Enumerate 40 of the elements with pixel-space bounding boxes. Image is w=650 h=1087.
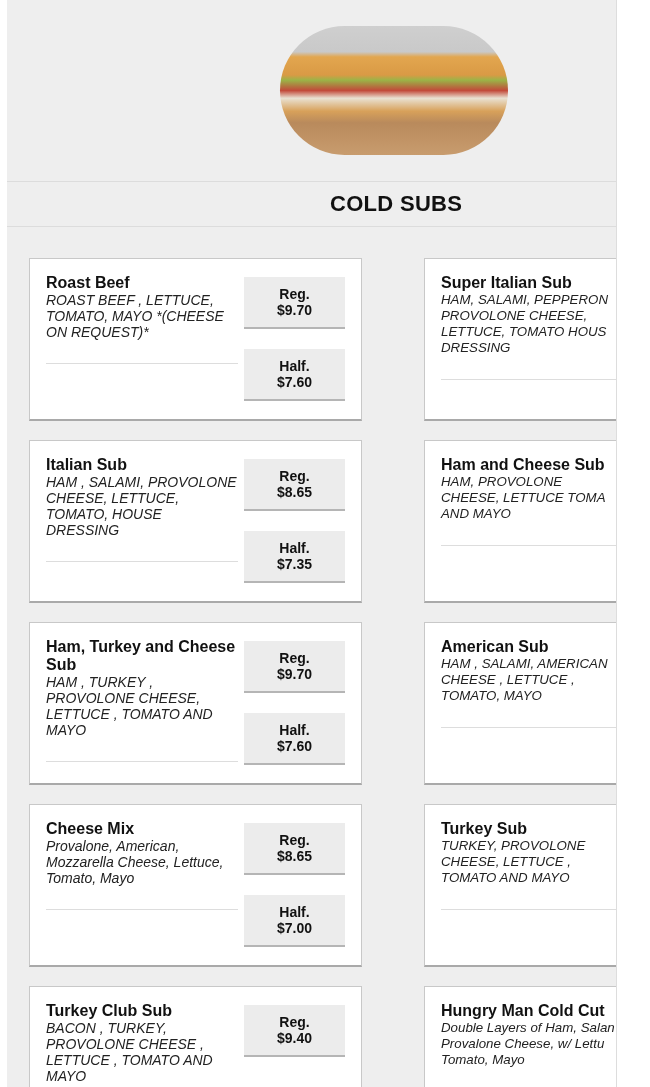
price-button[interactable]: Reg. $9.70 — [244, 277, 345, 329]
price-button[interactable]: Half. $7.60 — [244, 349, 345, 401]
item-description: HAM , SALAMI, PROVOLONE CHEESE, LETTUCE, TOMATO, HOUSE DRESSING — [46, 474, 238, 538]
item-description: HAM, SALAMI, PEPPERON PROVOLONE CHEESE, LETTUCE, TOMATO HOUS DRESSING — [441, 292, 609, 356]
price-button[interactable]: Half. $7.00 — [244, 895, 345, 947]
item-name: Turkey Club Sub — [46, 1002, 173, 1020]
item-name: Super Italian Sub — [441, 274, 573, 292]
item-name: Cheese Mix — [46, 820, 136, 838]
menu-item-card[interactable]: American Sub HAM , SALAMI, AMERICAN CHEESE , LETTUCE , TOMATO, MAYO — [424, 622, 616, 785]
item-description: HAM , TURKEY , PROVOLONE CHEESE, LETTUCE , TOMATO AND MAYO — [46, 674, 214, 738]
item-name: Ham, Turkey and Cheese Sub — [46, 638, 237, 674]
menu-item-card[interactable]: Super Italian Sub HAM, SALAMI, PEPPERON PROVOLONE CHEESE, LETTUCE, TOMATO HOUS DRESSING — [424, 258, 616, 421]
menu-item-card[interactable]: Italian Sub HAM , SALAMI, PROVOLONE CHEESE, LETTUCE, TOMATO, HOUSE DRESSING Reg. $8.65 Half. $7.35 — [29, 440, 362, 603]
item-description: Provalone, American, Mozzarella Cheese, Lettuce, Tomato, Mayo — [46, 838, 225, 886]
item-name: Hungry Man Cold Cut — [441, 1002, 606, 1020]
item-description: BACON , TURKEY, PROVOLONE CHEESE , LETTUCE , TOMATO AND MAYO — [46, 1020, 214, 1084]
menu-item-card[interactable]: Cheese Mix Provalone, American, Mozzarella Cheese, Lettuce, Tomato, Mayo Reg. $8.65 Half. $7.00 — [29, 804, 362, 967]
price-button[interactable]: Reg. $8.65 — [244, 823, 345, 875]
item-name: Italian Sub — [46, 456, 128, 474]
item-name: Turkey Sub — [441, 820, 528, 838]
price-button[interactable]: Half. $7.35 — [244, 531, 345, 583]
item-description: ROAST BEEF , LETTUCE, TOMATO, MAYO *(CHEESE ON REQUEST)* — [46, 292, 225, 340]
item-description: HAM, PROVOLONE CHEESE, LETTUCE TOMA AND MAYO — [441, 474, 607, 522]
section-title: COLD SUBS — [330, 191, 463, 217]
menu-item-card[interactable]: Ham and Cheese Sub HAM, PROVOLONE CHEESE, LETTUCE TOMA AND MAYO — [424, 440, 616, 603]
menu-item-card[interactable]: Turkey Sub TURKEY, PROVOLONE CHEESE, LETTUCE , TOMATO AND MAYO — [424, 804, 616, 967]
item-description: HAM , SALAMI, AMERICAN CHEESE , LETTUCE , TOMATO, MAYO — [441, 656, 609, 704]
price-button[interactable]: Reg. $9.40 — [244, 1005, 345, 1057]
price-button[interactable]: Reg. $9.70 — [244, 641, 345, 693]
menu-item-card[interactable]: Hungry Man Cold Cut Double Layers of Ham, Salan Provalone Cheese, w/ Lettu Tomato, Mayo — [424, 986, 616, 1087]
item-name: Ham and Cheese Sub — [441, 456, 606, 474]
item-name: American Sub — [441, 638, 550, 656]
price-button[interactable]: Reg. $8.65 — [244, 459, 345, 511]
price-button[interactable]: Half. $7.60 — [244, 713, 345, 765]
menu-item-card[interactable]: Roast Beef ROAST BEEF , LETTUCE, TOMATO, MAYO *(CHEESE ON REQUEST)* Reg. $9.70 Half. $7.60 — [29, 258, 362, 421]
item-name: Roast Beef — [46, 274, 131, 292]
item-description: TURKEY, PROVOLONE CHEESE, LETTUCE , TOMATO AND MAYO — [441, 838, 587, 886]
menu-item-card[interactable]: Ham, Turkey and Cheese Sub HAM , TURKEY , PROVOLONE CHEESE, LETTUCE , TOMATO AND MAYO Reg. $9.70 Half. $7.60 — [29, 622, 362, 785]
item-description: Double Layers of Ham, Salan Provalone Cheese, w/ Lettu Tomato, Mayo — [441, 1020, 616, 1068]
menu-item-card[interactable]: Turkey Club Sub BACON , TURKEY, PROVOLONE CHEESE , LETTUCE , TOMATO AND MAYO Reg. $9.40 — [29, 986, 362, 1087]
